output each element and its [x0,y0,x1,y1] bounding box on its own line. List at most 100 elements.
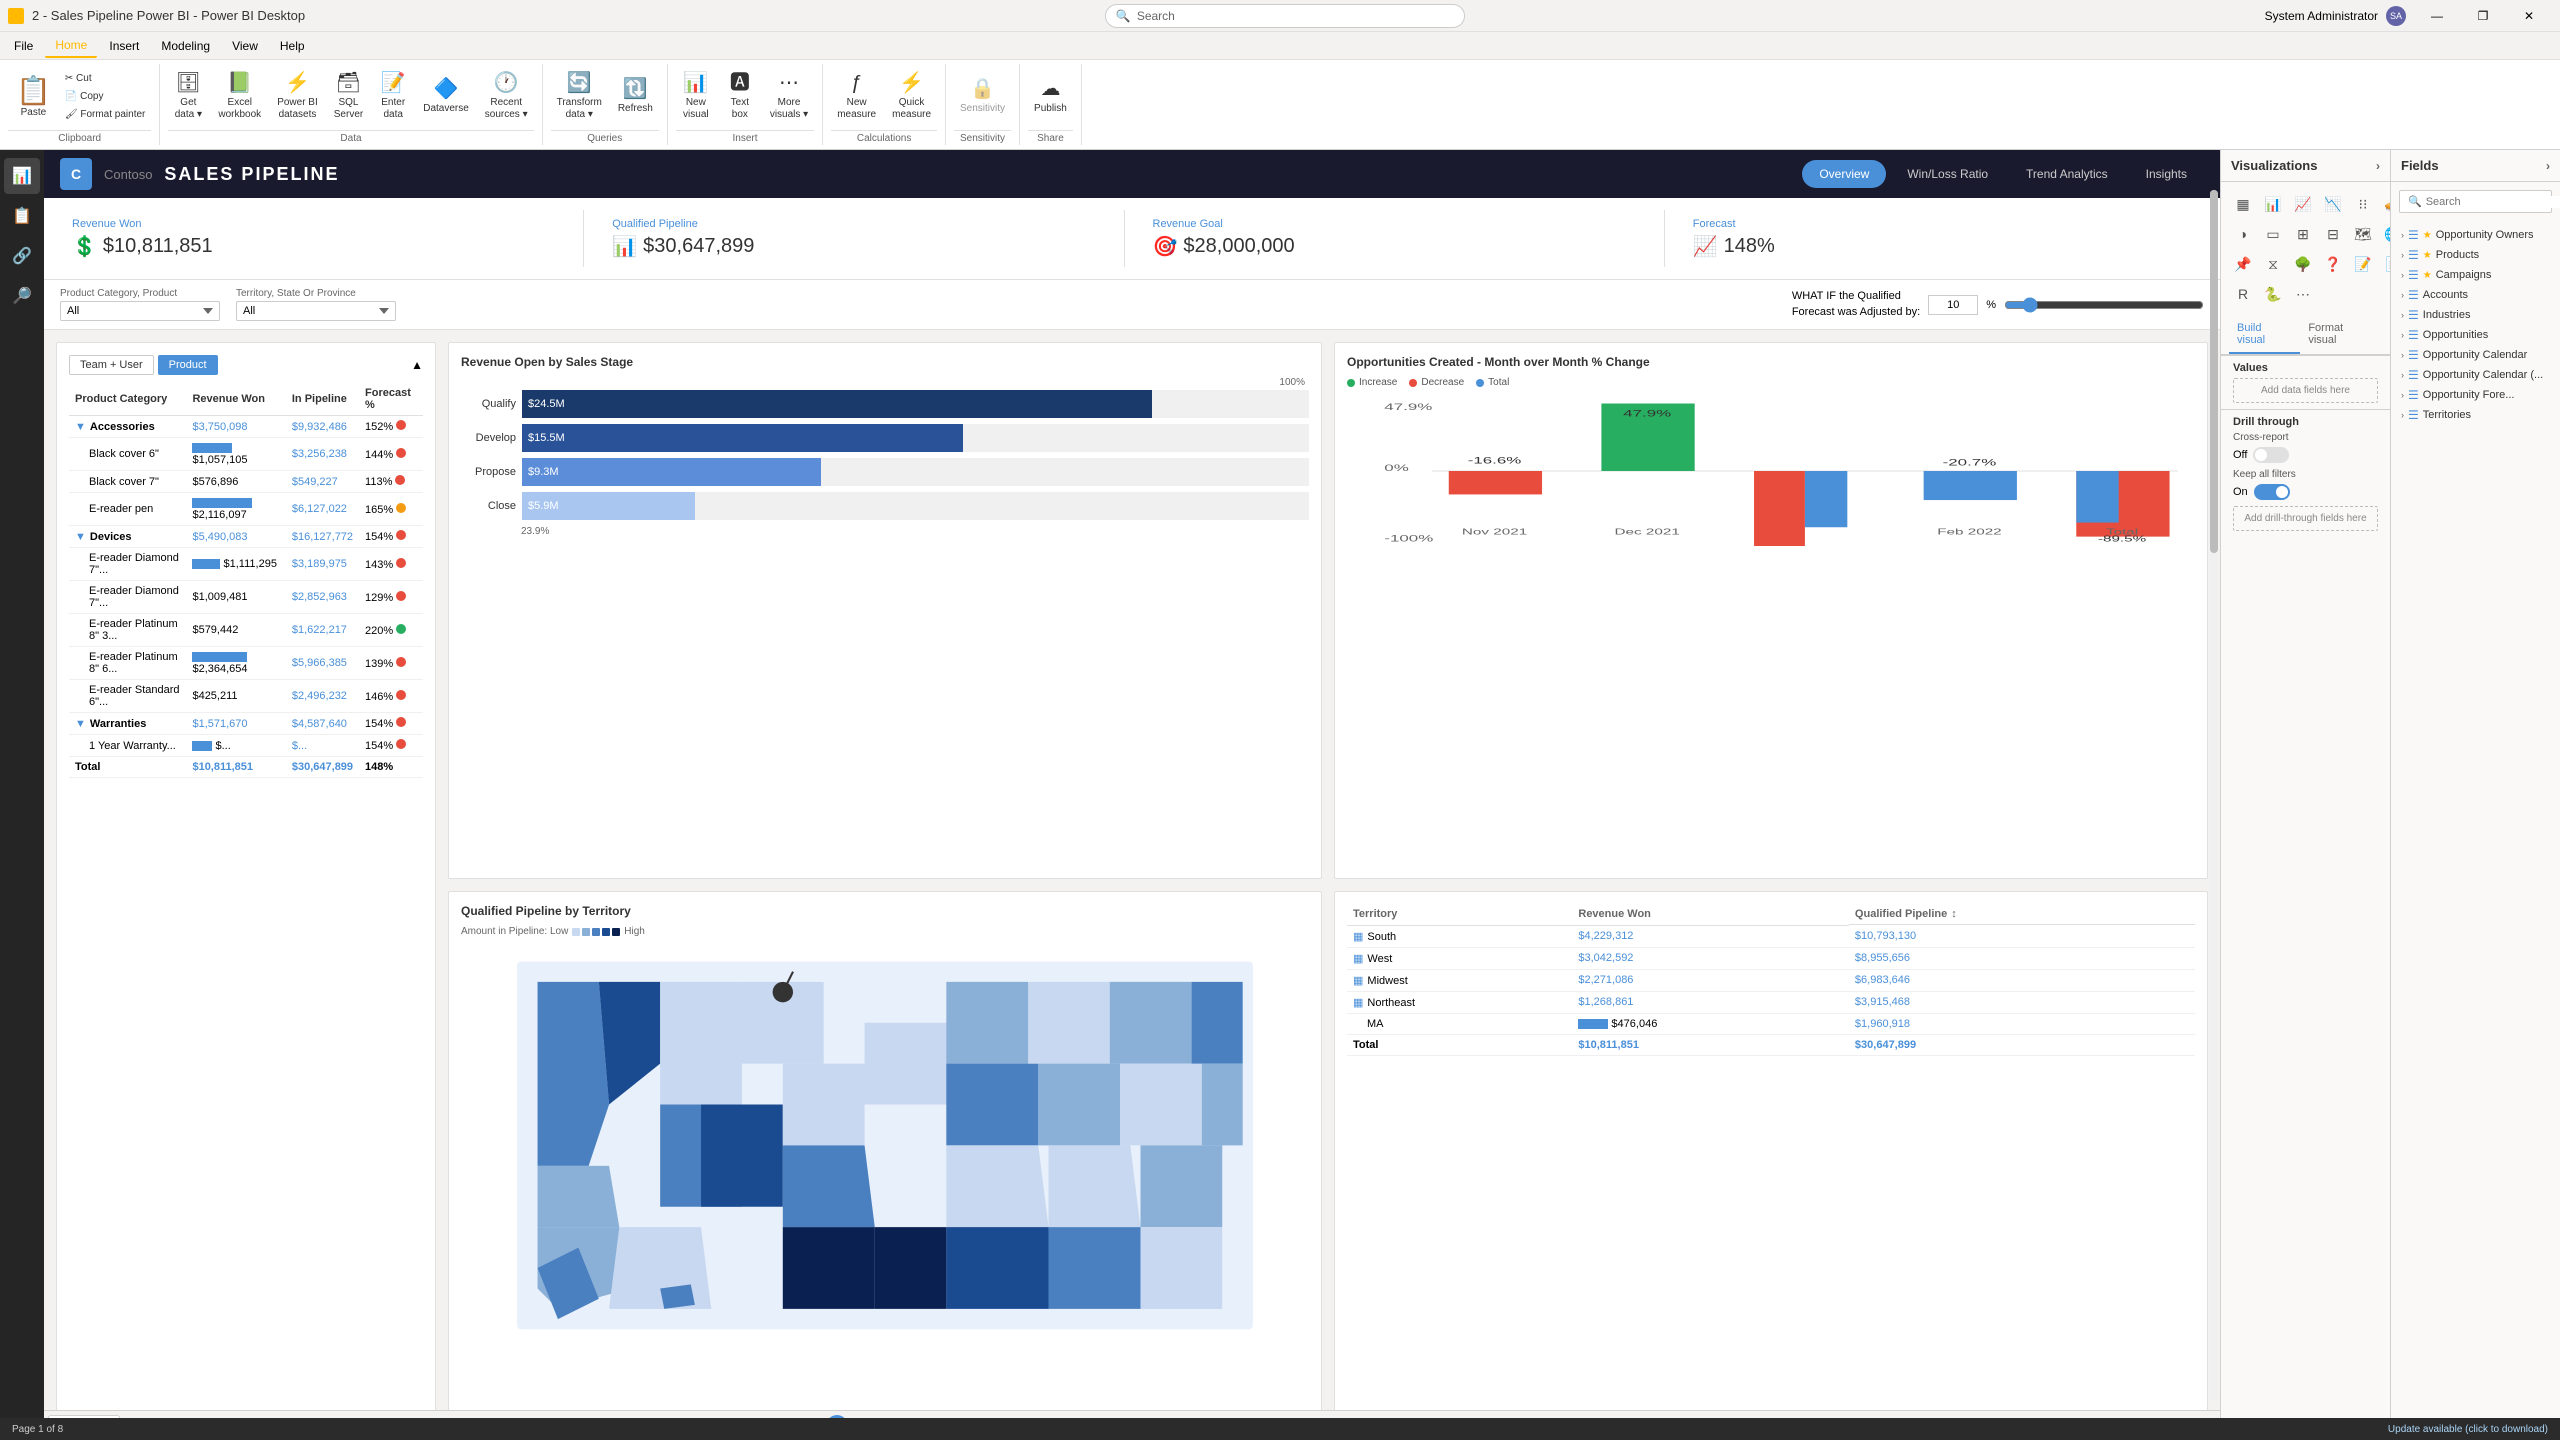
field-group-opportunities[interactable]: › ☰ Opportunities [2391,325,2560,345]
model-view-button[interactable]: 🔗 [4,238,40,274]
data-view-button[interactable]: 📋 [4,198,40,234]
enter-data-button[interactable]: 📝 Enterdata [373,64,413,128]
viz-area-chart[interactable]: 📉 [2319,190,2347,218]
new-measure-button[interactable]: ƒ Newmeasure [831,64,882,128]
viz-python[interactable]: 🐍 [2259,280,2287,308]
format-visual-tab[interactable]: Format visual [2300,316,2382,354]
copy-button[interactable]: 📄 Copy [59,87,152,105]
viz-scatter[interactable]: ⁝⁝ [2349,190,2377,218]
excel-workbook-button[interactable]: 📗 Excelworkbook [212,64,267,128]
viz-more[interactable]: ⋯ [2289,280,2317,308]
ribbon: 📋 Paste ✂ Cut 📄 Copy 🖌 Format painter Cl… [0,60,2560,150]
viz-kpi[interactable]: 📌 [2229,250,2257,278]
format-painter-button[interactable]: 🖌 Format painter [59,105,152,123]
menu-insert[interactable]: Insert [99,35,149,57]
field-group-industries[interactable]: › ☰ Industries [2391,305,2560,325]
viz-table[interactable]: ⊞ [2289,220,2317,248]
dataverse-button[interactable]: 🔷 Dataverse [417,64,475,128]
ribbon-sensitivity-group: 🔒 Sensitivity Sensitivity [946,64,1020,145]
field-group-campaigns[interactable]: › ☰ ★ Campaigns [2391,265,2560,285]
menu-view[interactable]: View [222,35,268,57]
viz-qna[interactable]: ❓ [2319,250,2347,278]
mom-change-title: Opportunities Created - Month over Month… [1347,355,2195,369]
field-group-opportunity-calendar-2[interactable]: › ☰ Opportunity Calendar (... [2391,365,2560,385]
legend-high-label: High [624,926,645,937]
refresh-button[interactable]: 🔃 Refresh [612,64,659,128]
nav-winloss[interactable]: Win/Loss Ratio [1890,160,2005,188]
report-view-button[interactable]: 📊 [4,158,40,194]
report-header: C Contoso SALES PIPELINE Overview Win/Lo… [44,150,2220,198]
close-button[interactable]: ✕ [2506,0,2552,32]
viz-filled-map[interactable]: 🌐 [2379,220,2391,248]
field-group-opportunity-calendar[interactable]: › ☰ Opportunity Calendar [2391,345,2560,365]
menu-help[interactable]: Help [270,35,315,57]
field-group-opportunity-owners[interactable]: › ☰ ★ Opportunity Owners [2391,225,2560,245]
viz-r-script[interactable]: R [2229,280,2257,308]
team-user-toggle-btn[interactable]: Team + User [69,355,154,375]
recent-sources-button[interactable]: 🕐 Recentsources ▾ [479,64,534,128]
decrease-dot [1409,379,1417,387]
field-group-territories[interactable]: › ☰ Territories [2391,405,2560,425]
cut-button[interactable]: ✂ Cut [59,69,152,87]
forecast-pct-sign: % [1986,299,1996,311]
update-notice[interactable]: Update available (click to download) [2388,1424,2548,1435]
viz-gauge[interactable]: ◑ [2229,220,2257,248]
field-group-products[interactable]: › ☰ ★ Products [2391,245,2560,265]
text-box-button[interactable]: 🅰 Textbox [720,64,760,128]
power-bi-datasets-button[interactable]: ⚡ Power BIdatasets [271,64,324,128]
product-toggle-btn[interactable]: Product [158,355,218,375]
sensitivity-button[interactable]: 🔒 Sensitivity [954,64,1011,128]
viz-pie[interactable]: 🥧 [2379,190,2391,218]
cross-report-toggle-track[interactable] [2253,447,2289,463]
drill-through-drop-zone[interactable]: Add drill-through fields here [2233,506,2378,531]
menu-home[interactable]: Home [45,34,97,58]
fields-search-box[interactable]: 🔍 [2399,190,2552,213]
dax-query-button[interactable]: 🔎 [4,278,40,314]
kpi-row: Revenue Won 💲 $10,811,851 Qualified Pipe… [44,198,2220,280]
keep-filters-toggle-track[interactable] [2254,484,2290,500]
field-group-opportunity-fore[interactable]: › ☰ Opportunity Fore... [2391,385,2560,405]
nav-trend[interactable]: Trend Analytics [2009,160,2125,188]
get-data-button[interactable]: 🗄 Getdata ▾ [168,64,208,128]
paste-button[interactable]: 📋 Paste [8,64,59,128]
viz-expand-btn[interactable]: › [2376,159,2380,173]
sort-icon[interactable]: ↕ [1951,908,1957,920]
values-drop-zone[interactable]: Add data fields here [2233,378,2378,403]
global-search-bar[interactable]: 🔍 Search [1105,4,1465,28]
viz-paginated[interactable]: 📄 [2379,250,2391,278]
quick-measure-button[interactable]: ⚡ Quickmeasure [886,64,937,128]
build-visual-tab[interactable]: Build visual [2229,316,2300,354]
sql-server-button[interactable]: 🗃 SQLServer [328,64,369,128]
menu-file[interactable]: File [4,35,43,57]
fields-expand-btn[interactable]: › [2546,159,2550,173]
fields-search-input[interactable] [2426,196,2560,208]
new-visual-button[interactable]: 📊 Newvisual [676,64,716,128]
forecast-input[interactable] [1928,295,1978,315]
viz-map[interactable]: 🗺 [2349,220,2377,248]
more-visuals-button[interactable]: ⋯ Morevisuals ▾ [764,64,814,128]
viz-line-chart[interactable]: 📈 [2289,190,2317,218]
nav-insights[interactable]: Insights [2129,160,2204,188]
maximize-button[interactable]: ❐ [2460,0,2506,32]
viz-matrix[interactable]: ⊟ [2319,220,2347,248]
kpi-revenue-won-label: Revenue Won [72,218,571,230]
viz-slicer[interactable]: ⧖ [2259,250,2287,278]
scroll-up-btn[interactable]: ▲ [411,358,423,372]
kpi-qualified-pipeline: Qualified Pipeline 📊 $30,647,899 [600,210,1124,267]
kpi-qualified-pipeline-value: 📊 $30,647,899 [612,234,1111,259]
territory-filter-select[interactable]: All [236,301,396,321]
publish-button[interactable]: ☁ Publish [1028,64,1073,128]
viz-stacked-bar[interactable]: ▦ [2229,190,2257,218]
viz-decomp[interactable]: 🌳 [2289,250,2317,278]
forecast-slider[interactable] [2004,297,2204,313]
viz-smart-narr[interactable]: 📝 [2349,250,2377,278]
viz-clustered-bar[interactable]: 📊 [2259,190,2287,218]
charts-area: Revenue Open by Sales Stage 100% Qualify… [44,330,2220,1440]
transform-data-button[interactable]: 🔄 Transformdata ▾ [551,64,608,128]
menu-modeling[interactable]: Modeling [151,35,220,57]
product-filter-select[interactable]: All [60,301,220,321]
nav-overview[interactable]: Overview [1802,160,1886,188]
viz-card[interactable]: ▭ [2259,220,2287,248]
field-group-accounts[interactable]: › ☰ Accounts [2391,285,2560,305]
minimize-button[interactable]: — [2414,0,2460,32]
